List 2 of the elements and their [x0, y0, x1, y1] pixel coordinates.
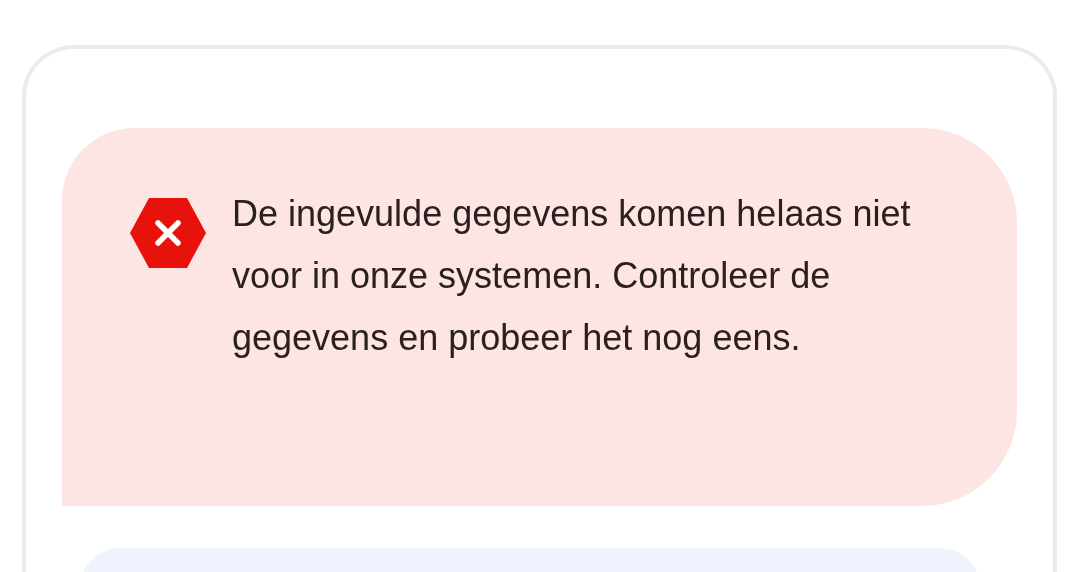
error-icon: [130, 198, 206, 268]
error-message: De ingevulde gegevens komen helaas niet voor in onze systemen. Controleer de gegevens en probeer het nog eens.: [232, 192, 912, 360]
